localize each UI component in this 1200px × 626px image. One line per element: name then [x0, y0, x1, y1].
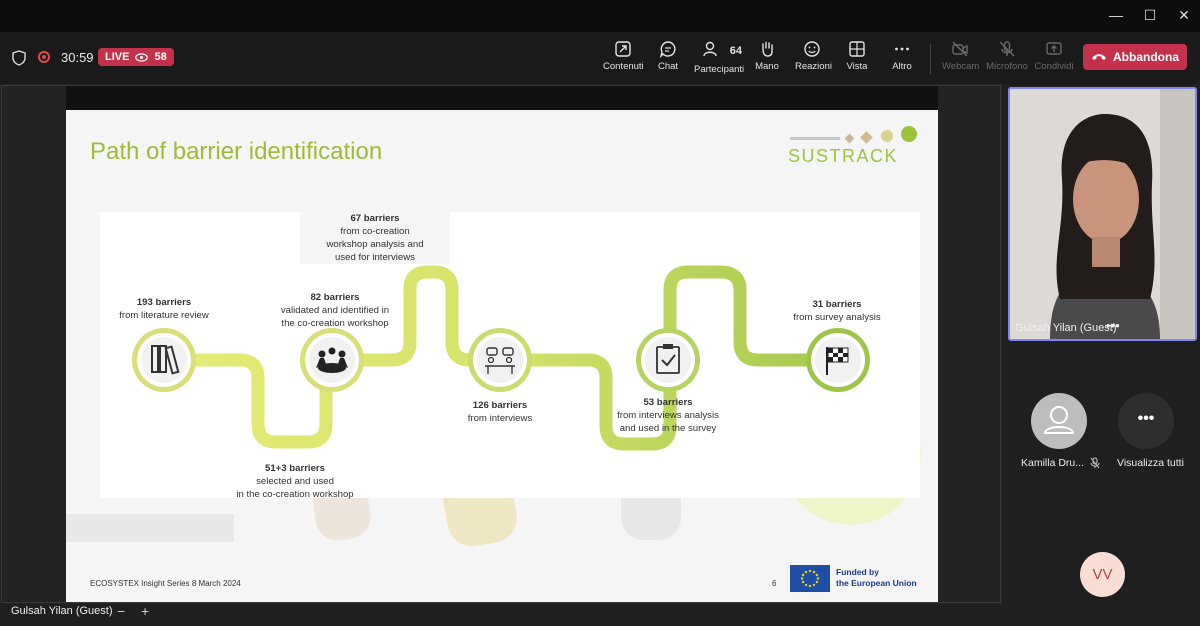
meeting-timer: 30:59: [61, 50, 94, 65]
smiley-icon: [804, 41, 820, 57]
step-label-3: 82 barriers validated and identified in t…: [280, 292, 390, 329]
step-label-1: 193 barriers from literature review: [119, 297, 209, 321]
webcam-button[interactable]: Webcam: [942, 40, 980, 72]
content-button[interactable]: Contenuti: [603, 40, 644, 72]
more-button[interactable]: Altro: [889, 40, 915, 72]
view-button[interactable]: Vista: [844, 40, 870, 72]
reactions-button[interactable]: Reazioni: [795, 40, 832, 72]
leave-button[interactable]: Abbandona: [1083, 44, 1187, 70]
slide-top-band: [66, 86, 938, 110]
chat-icon: [659, 41, 676, 58]
winding-path: [132, 265, 870, 451]
content-label: Contenuti: [603, 61, 644, 72]
mic-muted-icon: [1090, 457, 1100, 469]
barrier-path-diagram: 193 barriers from literature review 51+3 …: [100, 212, 920, 500]
view-all-label: Visualizza tutti: [1117, 457, 1184, 469]
participant-name: Kamilla Dru...: [1021, 457, 1085, 469]
share-label: Condividi: [1034, 61, 1074, 72]
participants-button[interactable]: 64 Partecipanti: [694, 40, 745, 75]
eye-icon: [135, 52, 149, 62]
stage-speaker-name: Gulsah Yilan (Guest): [11, 605, 113, 617]
node-interview: [468, 328, 532, 392]
speaker-video-tile[interactable]: [1008, 87, 1197, 341]
step-label-4: 67 barriers from co-creation workshop ana…: [300, 212, 450, 264]
more-label: Altro: [892, 61, 912, 72]
mic-off-icon: [999, 41, 1015, 57]
chat-label: Chat: [657, 61, 679, 72]
zoom-out-button[interactable]: −: [117, 603, 125, 619]
self-tile-name: Gulsah Yilan (Guest): [1015, 322, 1117, 334]
more-dots-icon: [895, 47, 909, 51]
person-icon: [1043, 406, 1075, 434]
tile-more-button[interactable]: •••: [1106, 318, 1120, 333]
node-survey: [636, 328, 700, 392]
zoom-in-button[interactable]: +: [141, 603, 149, 619]
close-window-button[interactable]: ✕: [1166, 0, 1200, 32]
raise-hand-button[interactable]: Mano: [754, 40, 780, 72]
step-label-6: 53 barriers from interviews analysis and …: [617, 397, 719, 434]
camera-off-icon: [952, 41, 968, 57]
chat-button[interactable]: Chat: [653, 40, 683, 72]
slide-page-number: 6: [772, 579, 777, 588]
slide-title: Path of barrier identification: [90, 138, 383, 165]
viewer-count: 58: [154, 51, 167, 63]
slide-footer: ECOSYSTEX Insight Series 8 March 2024: [90, 579, 241, 588]
presentation-slide: Path of barrier identification SUSTRACK: [66, 110, 938, 602]
grid-view-icon: [849, 41, 865, 57]
raise-hand-label: Mano: [755, 61, 779, 72]
participants-label: Partecipanti: [694, 64, 745, 75]
participant-initials-avatar[interactable]: VV: [1080, 552, 1125, 597]
shield-icon[interactable]: [12, 50, 26, 66]
sustrack-logo: SUSTRACK: [788, 146, 899, 166]
view-label: Vista: [846, 61, 868, 72]
minimize-button[interactable]: —: [1098, 0, 1134, 32]
meeting-toolbar: 30:59 LIVE 58 Contenuti Chat 64 Partecip…: [0, 32, 1200, 84]
participant-tile-1: Kamilla Dru...: [1021, 457, 1100, 469]
participant-avatar[interactable]: [1031, 393, 1087, 449]
eu-funding-text: Funded by the European Union: [836, 567, 917, 588]
toolbar-divider: [930, 44, 931, 74]
people-icon: [703, 41, 717, 57]
maximize-button[interactable]: ☐: [1132, 0, 1168, 32]
eu-flag-icon: [790, 565, 830, 592]
node-workshop: [300, 328, 364, 392]
webcam-label: Webcam: [942, 61, 980, 72]
step-label-5: 126 barriers from interviews: [467, 400, 533, 424]
title-bar: — ☐ ✕: [0, 0, 1200, 32]
leave-label: Abbandona: [1113, 50, 1179, 64]
microphone-label: Microfono: [986, 61, 1028, 72]
step-label-7: 31 barriers from survey analysis: [793, 299, 881, 323]
step-label-2: 51+3 barriers selected and used in the co…: [236, 463, 354, 500]
microphone-button[interactable]: Microfono: [985, 40, 1029, 72]
recording-icon: [38, 51, 50, 63]
share-screen-icon: [1046, 42, 1062, 55]
participants-count: 64: [729, 44, 742, 57]
hang-up-icon: [1092, 54, 1106, 60]
node-books: [132, 328, 196, 392]
share-content-icon: [615, 41, 631, 57]
live-badge[interactable]: LIVE 58: [98, 48, 174, 66]
live-label: LIVE: [105, 51, 130, 63]
speaker-video: [1010, 89, 1195, 339]
hand-icon: [762, 41, 773, 57]
share-button[interactable]: Condividi: [1034, 40, 1074, 72]
node-finish: [806, 328, 870, 392]
reactions-label: Reazioni: [795, 61, 832, 72]
view-all-button[interactable]: •••: [1118, 393, 1174, 449]
